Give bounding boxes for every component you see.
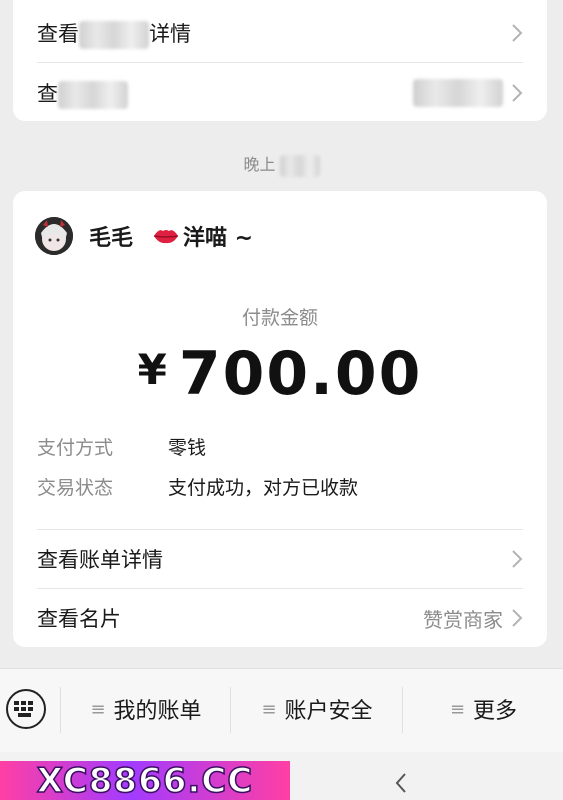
payment-amount: ¥700.00 — [13, 339, 547, 409]
view-card-row[interactable]: 查看名片 赞赏商家 — [37, 589, 523, 647]
menu-lines-icon: ≡ — [261, 698, 277, 720]
menu-lines-icon: ≡ — [449, 698, 466, 720]
view-card-label: 查看名片 — [37, 607, 121, 631]
amount-label: 付款金额 — [241, 307, 318, 329]
merchant-name: 毛毛 — [89, 226, 134, 251]
view-details-row-top[interactable]: 查看 详情 — [37, 4, 523, 62]
menu-lines-icon: ≡ — [90, 698, 106, 720]
view-card-value: 赞赏商家 — [423, 607, 503, 632]
payment-method-key: 支付方式 — [37, 436, 114, 459]
menu-more[interactable]: ≡ 更多 — [404, 687, 563, 731]
redacted-blur — [413, 79, 503, 107]
divider — [37, 62, 523, 63]
keyboard-toggle-button[interactable] — [6, 689, 46, 729]
transaction-status-key: 交易状态 — [37, 476, 114, 499]
chevron-right-icon — [512, 550, 523, 568]
menu-account-security[interactable]: ≡ 账户安全 — [232, 687, 402, 731]
chevron-right-icon — [512, 24, 523, 42]
redacted-blur — [79, 20, 149, 49]
view-bill-details-label: 查看账单详情 — [37, 548, 163, 572]
lips-icon — [153, 230, 179, 244]
chevron-right-icon — [512, 609, 523, 627]
transaction-status-value: 支付成功，对方已收款 — [168, 476, 359, 499]
keyboard-icon — [14, 701, 33, 717]
view-details-label-top: 查看 详情 — [37, 18, 191, 49]
menu-divider — [230, 687, 231, 733]
avatar-image — [35, 217, 73, 255]
bottom-menu-bar: ≡ 我的账单 ≡ 账户安全 ≡ 更多 — [0, 668, 563, 752]
merchant-header[interactable]: 毛毛 洋喵 ~ — [35, 217, 253, 255]
payment-card: 毛毛 洋喵 ~ 付款金额 ¥700.00 支付方式 零钱 交易状态 支付成功，对… — [13, 191, 547, 647]
menu-divider — [60, 687, 61, 733]
chevron-right-icon — [512, 84, 523, 102]
second-row-label: 查 — [37, 78, 128, 109]
payment-method-row: 支付方式 零钱 — [37, 431, 206, 461]
back-arrow-icon[interactable] — [394, 772, 408, 794]
redacted-blur — [279, 154, 320, 177]
amount-value: 700.00 — [178, 339, 423, 409]
redacted-blur — [58, 80, 128, 109]
merchant-nickname: 洋喵 ~ — [183, 226, 254, 251]
previous-record-card: 查看 详情 查 — [13, 0, 547, 121]
transaction-status-row: 交易状态 支付成功，对方已收款 — [37, 471, 358, 501]
watermark-banner: XC8866.CC — [0, 761, 290, 800]
menu-divider — [402, 687, 403, 733]
view-bill-details-row[interactable]: 查看账单详情 — [37, 530, 523, 588]
timestamp-label: 晚上 — [0, 151, 563, 177]
watermark-text: XC8866.CC — [36, 761, 254, 800]
payment-method-value: 零钱 — [168, 436, 207, 459]
currency-symbol: ¥ — [137, 345, 169, 394]
avatar[interactable] — [35, 217, 73, 255]
second-row-top[interactable]: 查 — [37, 64, 523, 122]
menu-my-bills[interactable]: ≡ 我的账单 — [62, 687, 230, 731]
